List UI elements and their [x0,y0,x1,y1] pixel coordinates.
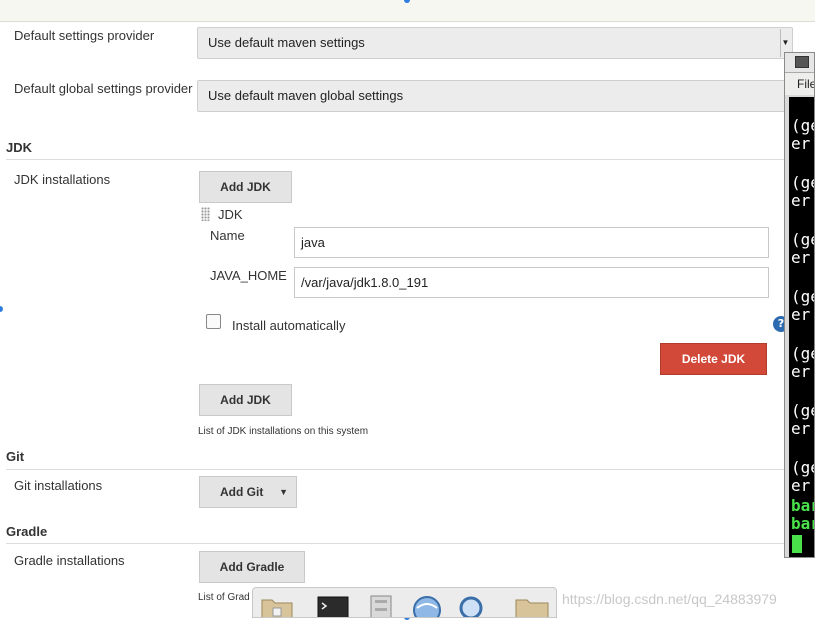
drag-handle-icon[interactable] [201,207,210,221]
search-magnifier-icon[interactable] [457,594,489,618]
jdk-name-input[interactable]: java [294,227,769,258]
terminal-line: er [791,248,811,267]
jdk-installations-label: JDK installations [14,172,111,187]
add-git-label: Add Git [220,485,264,499]
terminal-line: (ge [791,230,814,249]
terminal-line: (ge [791,401,814,420]
terminal-line: (ge [791,458,814,477]
add-gradle-button[interactable]: Add Gradle [199,551,305,583]
file-cabinet-icon[interactable] [367,594,395,618]
watermark: https://blog.csdn.net/qq_24883979 [562,591,777,607]
default-settings-provider-value: Use default maven settings [208,35,365,50]
gradle-installations-label: Gradle installations [14,553,125,568]
folder-icon[interactable] [515,594,549,618]
terminal-titlebar[interactable] [785,53,814,73]
terminal-line: (ge [791,173,814,192]
terminal-menu-file[interactable]: File [785,73,814,95]
install-automatically-label: Install automatically [232,318,346,333]
terminal-line: er [791,362,811,381]
caret-down-icon: ▼ [279,487,288,497]
terminal-line: (ge [791,116,814,135]
terminal-line: er [791,305,811,324]
app-dock [252,587,557,618]
default-global-settings-provider-value: Use default maven global settings [208,88,404,103]
home-folder-icon[interactable] [261,594,293,618]
terminal-icon[interactable] [317,594,349,618]
jdk-section-title: JDK [6,140,33,155]
default-global-settings-provider-select[interactable]: Use default maven global settings [197,80,793,112]
page-top-strip [0,0,815,22]
gradle-section-divider [6,543,786,544]
terminal-line: er [791,191,811,210]
terminal-window[interactable]: File (ge er (ge er (ge er (ge er (ge er … [784,52,815,558]
terminal-prompt: bar [791,514,814,533]
add-jdk-button-bottom[interactable]: Add JDK [199,384,292,416]
terminal-line: (ge [791,344,814,363]
resize-handle-left[interactable] [0,306,3,312]
terminal-icon [795,56,809,68]
gradle-list-note: List of Grad [198,592,250,603]
java-home-label: JAVA_HOME [210,268,287,283]
jdk-item-header: JDK [218,207,243,222]
jdk-list-note: List of JDK installations on this system [198,426,369,437]
terminal-line: er [791,419,811,438]
terminal-line: (ge [791,287,814,306]
web-browser-icon[interactable] [411,594,443,618]
terminal-line: er [791,134,811,153]
java-home-input[interactable]: /var/java/jdk1.8.0_191 [294,267,769,298]
jdk-section-divider [6,159,786,160]
terminal-line: er [791,476,811,495]
terminal-cursor [792,535,802,553]
add-jdk-button[interactable]: Add JDK [199,171,292,203]
delete-jdk-button[interactable]: Delete JDK [660,343,767,375]
default-global-settings-provider-label: Default global settings provider [14,81,193,96]
jdk-name-label: Name [210,228,245,243]
default-settings-provider-label: Default settings provider [14,28,155,43]
git-installations-label: Git installations [14,478,103,493]
gradle-section-title: Gradle [6,524,48,539]
default-settings-provider-select[interactable]: Use default maven settings ▼ [197,27,793,59]
terminal-output[interactable]: (ge er (ge er (ge er (ge er (ge er (ge e… [789,97,814,557]
git-section-title: Git [6,449,25,464]
install-automatically-checkbox[interactable] [206,314,221,329]
terminal-prompt: bar [791,496,814,515]
add-git-button[interactable]: Add Git ▼ [199,476,297,508]
git-section-divider [6,469,786,470]
